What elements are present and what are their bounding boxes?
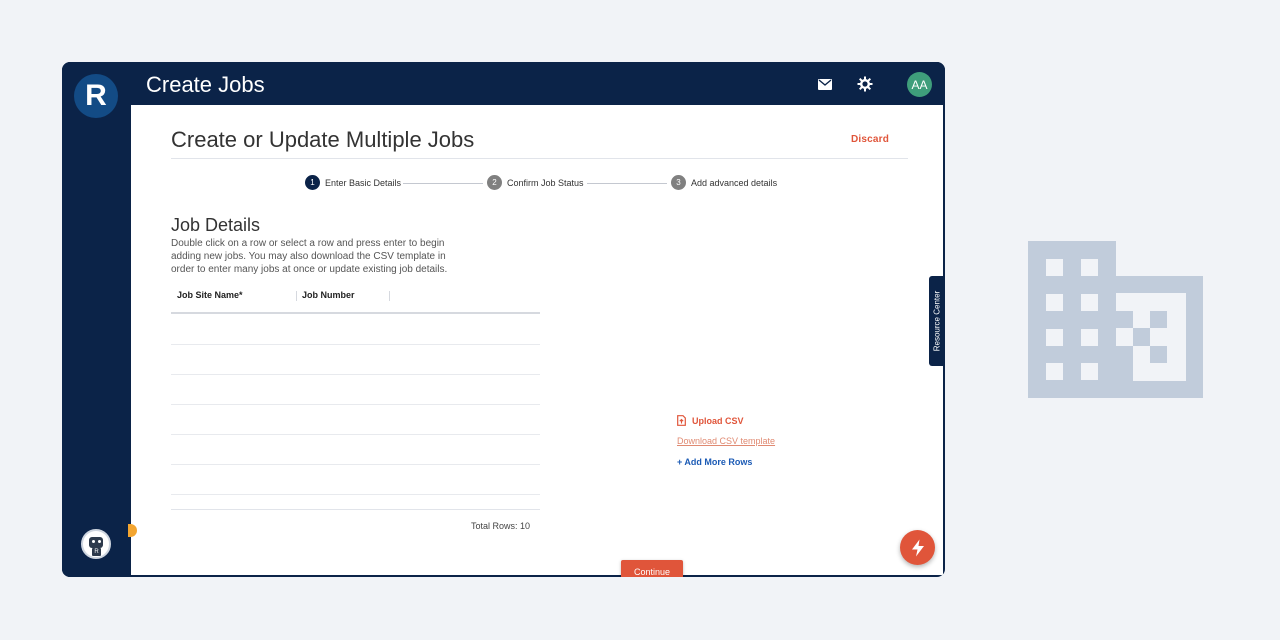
step-enter-basic-details[interactable]: 1 Enter Basic Details	[305, 175, 401, 190]
table-row[interactable]	[171, 404, 540, 405]
title-divider	[171, 158, 908, 159]
stepper: 1 Enter Basic Details 2 Confirm Job Stat…	[305, 175, 777, 191]
download-csv-template-link[interactable]: Download CSV template	[677, 436, 775, 446]
column-header-job-site-name[interactable]: Job Site Name*	[177, 290, 243, 300]
section-description: Double click on a row or select a row an…	[171, 238, 448, 275]
upload-csv-button[interactable]: Upload CSV	[677, 415, 744, 426]
assistant-avatar[interactable]: R	[81, 529, 111, 559]
app-logo[interactable]: R	[74, 74, 118, 118]
step-label: Add advanced details	[691, 177, 778, 188]
step-confirm-job-status[interactable]: 2 Confirm Job Status	[487, 175, 584, 190]
column-separator[interactable]	[389, 291, 390, 301]
table-header: Job Site Name* Job Number	[171, 283, 540, 314]
column-separator[interactable]	[296, 291, 297, 301]
resource-center-label: Resource Center	[932, 290, 942, 352]
total-rows: Total Rows: 10	[470, 521, 530, 531]
resource-center-tab[interactable]: Resource Center	[929, 276, 945, 366]
add-more-rows-button[interactable]: + Add More Rows	[677, 457, 752, 467]
top-bar: Create Jobs AA	[131, 62, 945, 105]
table-row[interactable]	[171, 434, 540, 435]
main-content: Create or Update Multiple Jobs Discard 1…	[131, 105, 943, 575]
jobs-table[interactable]: Job Site Name* Job Number Total Rows: 10	[171, 283, 540, 567]
discard-button[interactable]: Discard	[851, 134, 889, 145]
column-header-job-number[interactable]: Job Number	[302, 290, 355, 300]
robot-eye	[98, 540, 101, 543]
table-row[interactable]	[171, 374, 540, 375]
app-window: R R Create Jobs AA Create or Update Mult…	[62, 62, 945, 577]
mail-icon[interactable]	[815, 74, 835, 94]
step-number: 3	[671, 175, 686, 190]
lightning-icon	[911, 539, 924, 556]
section-title: Job Details	[171, 215, 261, 235]
step-label: Confirm Job Status	[507, 177, 584, 188]
assistant-badge: R	[92, 548, 101, 556]
upload-csv-label: Upload CSV	[692, 415, 744, 426]
quick-action-button[interactable]	[900, 530, 935, 565]
table-footer-divider	[171, 509, 540, 510]
table-row[interactable]	[171, 494, 540, 495]
continue-button[interactable]: Continue	[621, 560, 683, 577]
robot-eye	[92, 540, 95, 543]
table-row[interactable]	[171, 344, 540, 345]
sidebar: R R	[62, 62, 131, 577]
step-connector	[403, 183, 483, 184]
step-number: 2	[487, 175, 502, 190]
gear-icon[interactable]	[855, 74, 875, 94]
table-row[interactable]	[171, 464, 540, 465]
user-avatar[interactable]: AA	[907, 72, 932, 97]
step-number: 1	[305, 175, 320, 190]
file-upload-icon	[677, 415, 686, 426]
step-connector	[587, 183, 667, 184]
building-icon	[1028, 241, 1203, 398]
app-page-title: Create Jobs	[146, 72, 265, 97]
page-title: Create or Update Multiple Jobs	[171, 127, 475, 152]
step-label: Enter Basic Details	[325, 177, 402, 188]
robot-icon	[89, 537, 103, 548]
step-add-advanced-details[interactable]: 3 Add advanced details	[671, 175, 777, 190]
